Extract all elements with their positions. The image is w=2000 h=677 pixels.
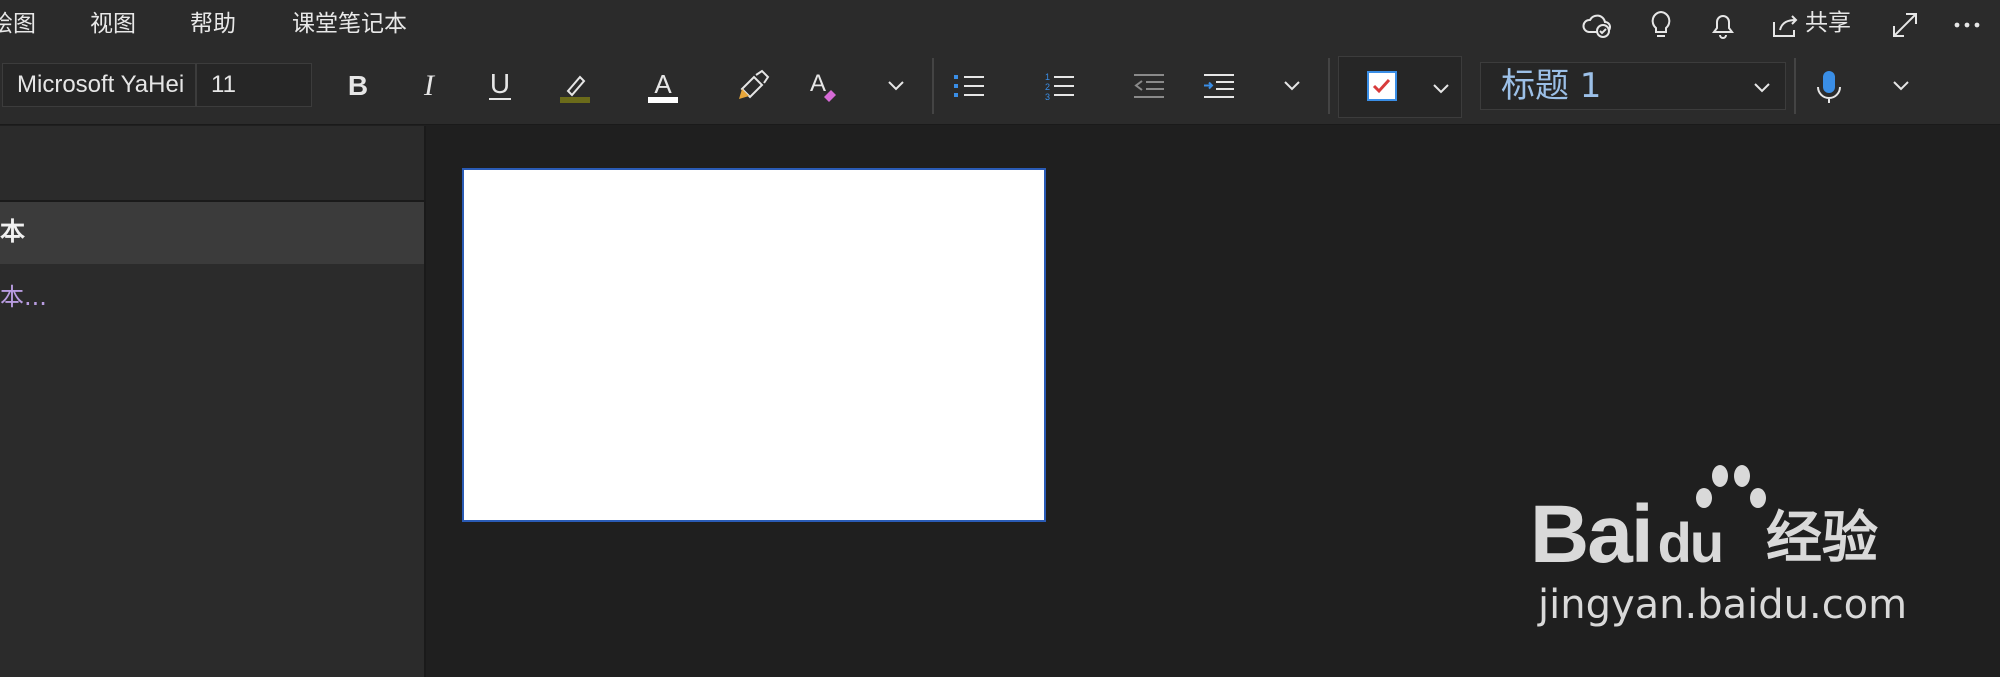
watermark-brand-du: du [1657, 511, 1724, 574]
selected-page-item[interactable]: 本 [0, 202, 424, 264]
lightbulb-icon[interactable] [1644, 8, 1678, 42]
watermark-url: jingyan.baidu.com [1538, 582, 1908, 628]
sync-status-icon[interactable] [1580, 8, 1614, 42]
paragraph-more-chevron-icon[interactable] [1275, 68, 1309, 102]
toolbar-separator [1328, 58, 1330, 114]
menu-class-notebook[interactable]: 课堂笔记本 [292, 10, 407, 38]
ribbon-toolbar: Microsoft YaHei 11 B I U A A 123 标题 1 [0, 48, 2000, 125]
watermark-jingyan: 经验 [1766, 506, 1878, 571]
bell-icon[interactable] [1706, 8, 1740, 42]
heading-style-value: 标题 1 [1501, 66, 1602, 106]
svg-text:2: 2 [1045, 82, 1050, 92]
more-options-icon[interactable] [1950, 8, 1984, 42]
watermark-brand-bai: Bai [1530, 489, 1654, 580]
bold-icon[interactable]: B [333, 63, 383, 109]
bullet-list-icon[interactable] [944, 63, 994, 109]
toolbar-separator [1794, 58, 1796, 114]
share-label[interactable]: 共享 [1805, 9, 1851, 37]
inserted-image-placeholder[interactable] [462, 168, 1046, 522]
increase-indent-icon[interactable] [1194, 63, 1244, 109]
highlight-icon[interactable] [550, 63, 600, 109]
font-size-box[interactable]: 11 [196, 63, 312, 107]
svg-text:A: A [654, 69, 672, 99]
svg-text:3: 3 [1045, 92, 1050, 102]
clear-format-icon[interactable]: A [798, 63, 848, 109]
style-chevron-icon[interactable] [1745, 70, 1779, 104]
todo-checkbox-icon[interactable] [1357, 63, 1407, 109]
heading-style-dropdown[interactable]: 标题 1 [1480, 62, 1786, 110]
dictate-microphone-icon[interactable] [1804, 63, 1854, 109]
underline-icon[interactable]: U [475, 63, 525, 109]
svg-text:A: A [810, 70, 826, 97]
menu-help[interactable]: 帮助 [190, 10, 236, 38]
menu-view[interactable]: 视图 [90, 10, 136, 38]
svg-text:1: 1 [1045, 72, 1050, 82]
svg-text:U: U [490, 68, 510, 99]
decrease-indent-icon[interactable] [1124, 63, 1174, 109]
italic-icon[interactable]: I [404, 63, 454, 109]
format-painter-icon[interactable] [728, 63, 778, 109]
page-item-link[interactable]: 本... [0, 282, 47, 312]
svg-text:I: I [423, 69, 436, 102]
share-icon[interactable] [1768, 8, 1802, 42]
baidu-jingyan-watermark: Bai du 经验 jingyan.baidu.com [1530, 460, 1910, 640]
font-more-chevron-icon[interactable] [879, 68, 913, 102]
numbered-list-icon[interactable]: 123 [1034, 63, 1084, 109]
font-name-box[interactable]: Microsoft YaHei [2, 63, 196, 107]
page-list-pane: 本 本... [0, 126, 426, 677]
tag-chevron-icon[interactable] [1424, 71, 1458, 105]
menu-bar: 绘图 视图 帮助 课堂笔记本 共享 [0, 0, 2000, 48]
tag-dropdown[interactable] [1338, 56, 1462, 118]
font-color-icon[interactable]: A [638, 63, 688, 109]
svg-text:B: B [348, 70, 368, 101]
selected-page-title: 本 [0, 217, 26, 246]
toolbar-separator [932, 58, 934, 114]
baidu-paw-logo [1696, 465, 1766, 508]
dictate-chevron-icon[interactable] [1884, 68, 1918, 102]
fullscreen-icon[interactable] [1888, 8, 1922, 42]
menu-draw[interactable]: 绘图 [0, 10, 36, 38]
